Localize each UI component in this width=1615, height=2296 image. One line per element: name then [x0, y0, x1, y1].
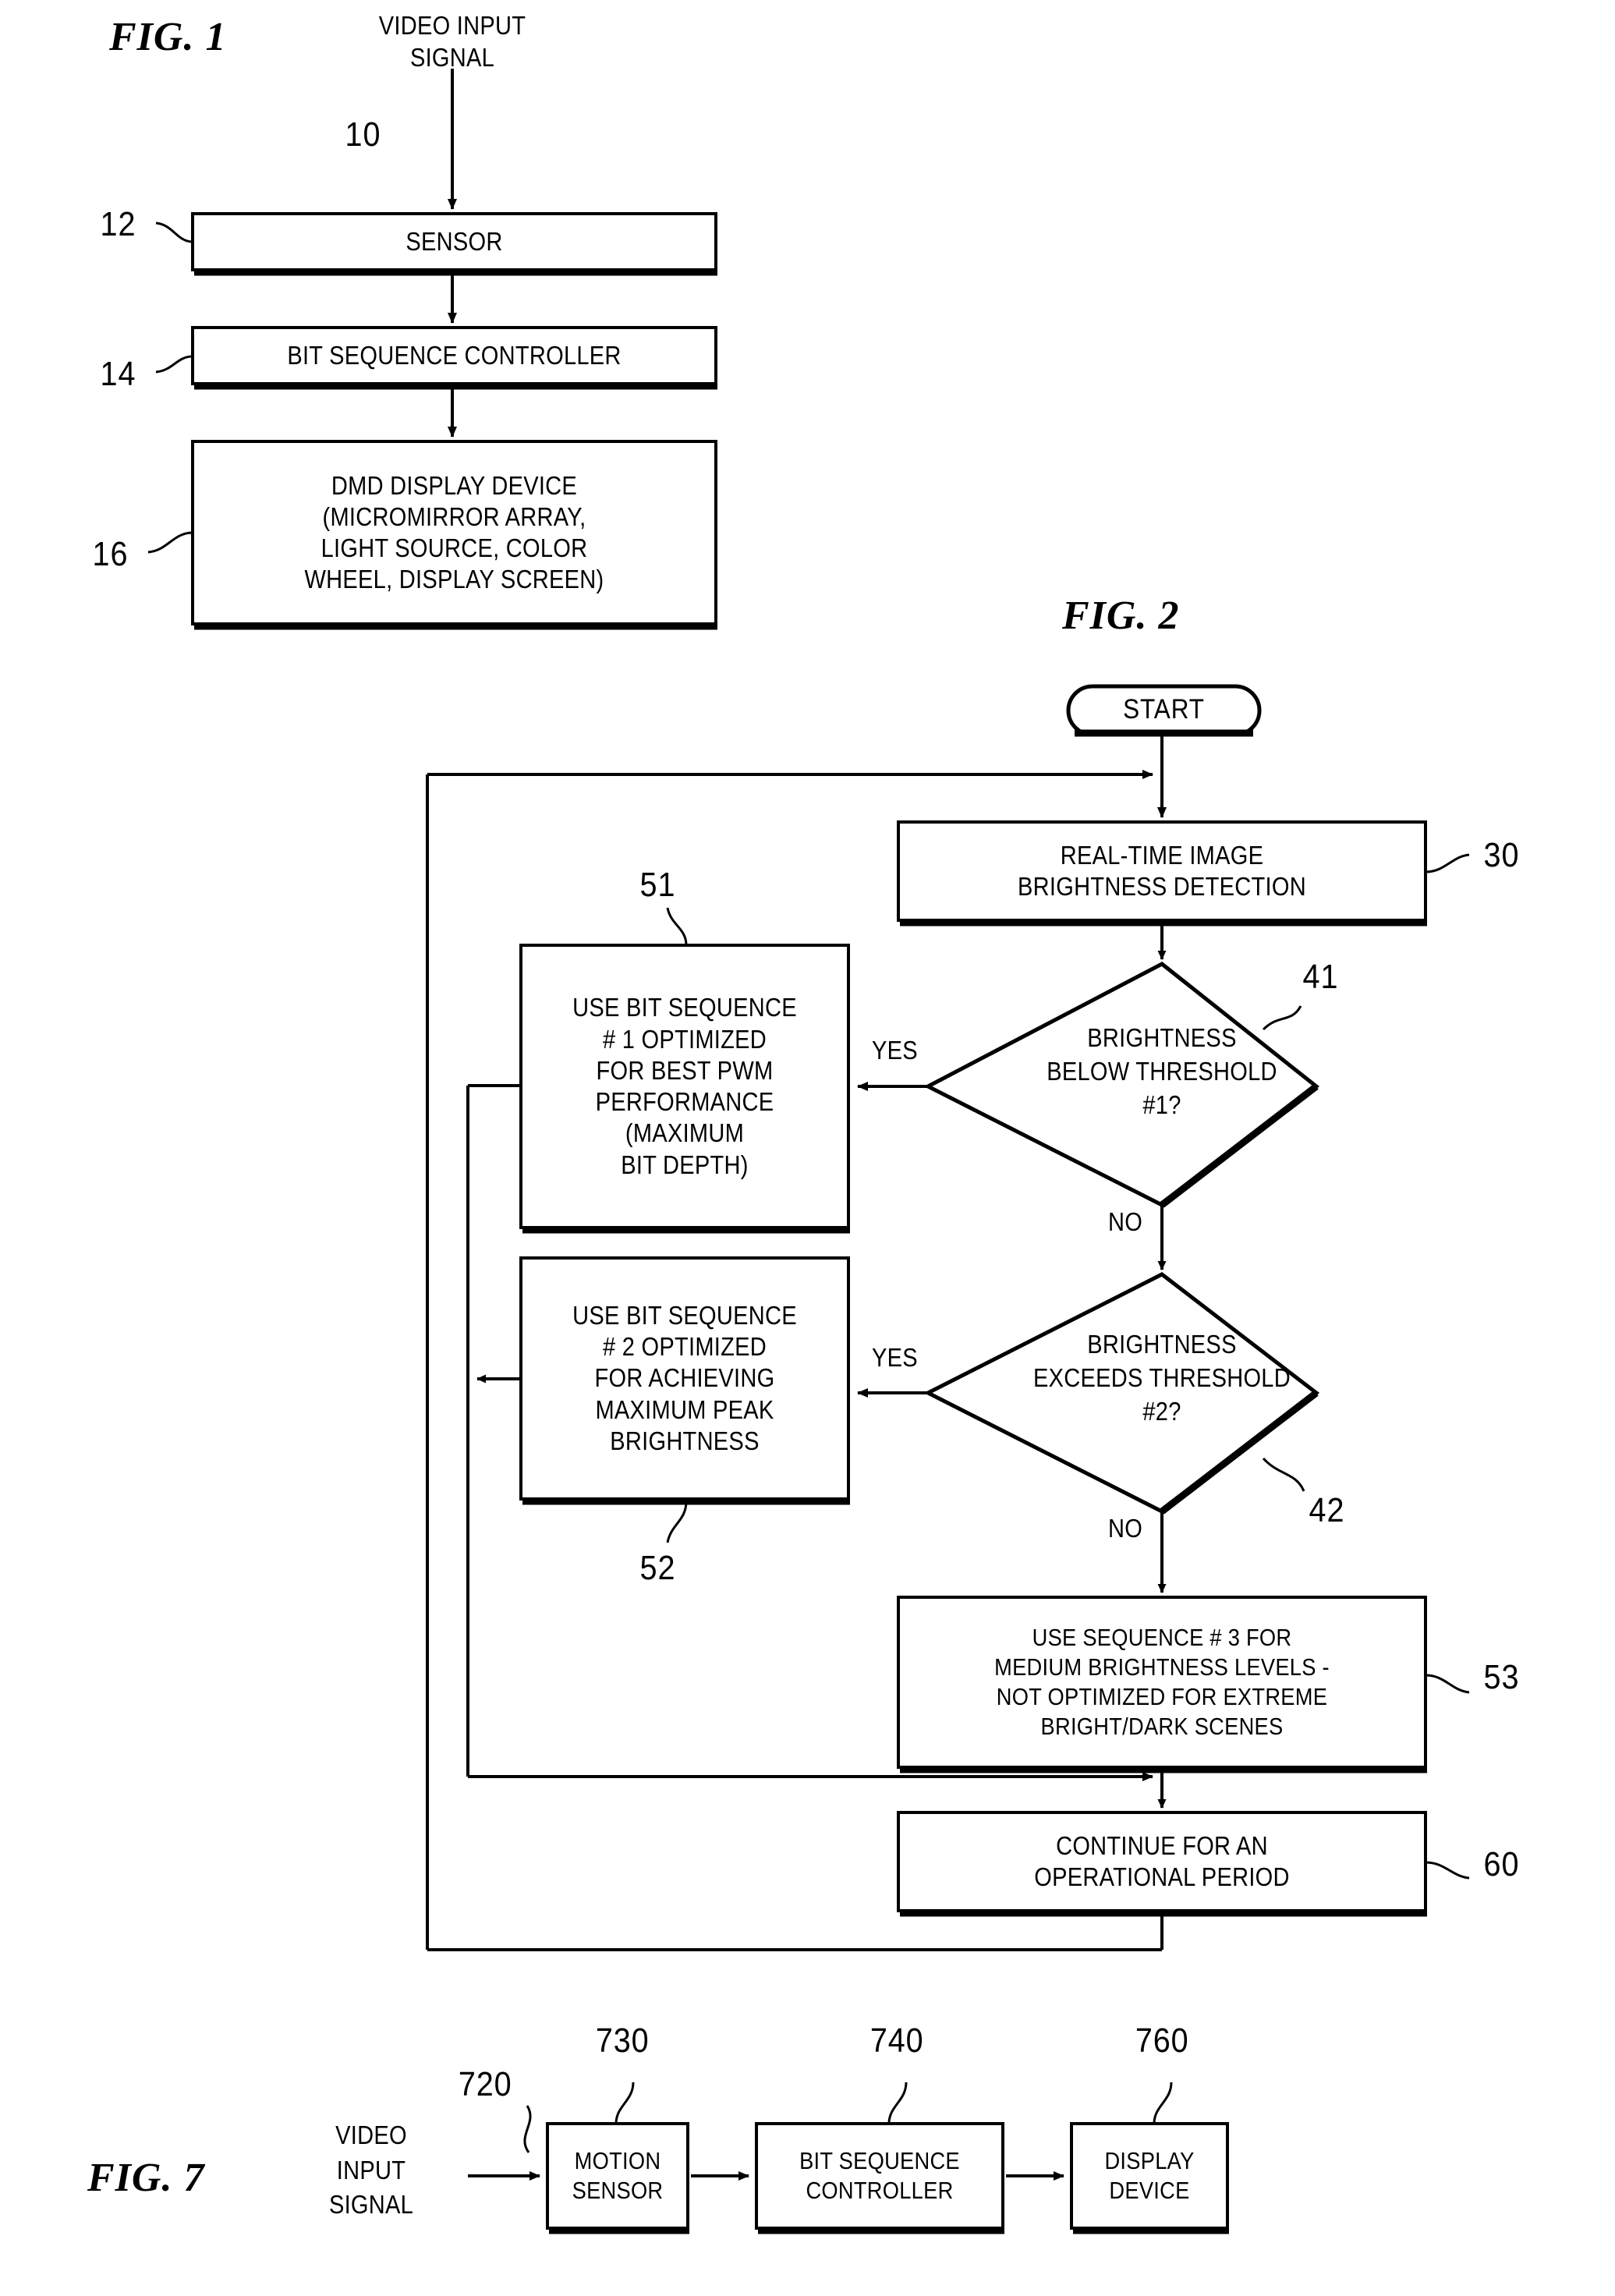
fig1-box-dmd-display-device: DMD DISPLAY DEVICE (MICROMIRROR ARRAY, L…	[304, 470, 604, 594]
fig7-label: FIG. 7	[87, 2156, 205, 2200]
fig2-ref-53: 53	[1483, 1658, 1520, 1696]
fig2-ref-30: 30	[1483, 836, 1520, 874]
fig2-label: FIG. 2	[1062, 593, 1180, 638]
fig7-video-input-caption: VIDEO INPUT SIGNAL	[328, 2121, 414, 2220]
fig1-video-input-caption: VIDEO INPUT SIGNAL	[378, 11, 526, 73]
fig7-ref-730: 730	[595, 2021, 650, 2060]
fig2-box-use-bit-sequence-2: USE BIT SEQUENCE # 2 OPTIMIZED FOR ACHIE…	[572, 1300, 797, 1455]
fig2-edge-label-d1-yes: YES	[872, 1036, 918, 1065]
fig1-ref-10: 10	[345, 115, 381, 154]
fig7-box-display-device: DISPLAY DEVICE	[1104, 2147, 1195, 2204]
fig7-box-motion-sensor: MOTION SENSOR	[572, 2147, 664, 2204]
fig2-start-terminator: START	[1123, 694, 1205, 725]
fig2-decision-below-threshold-1: BRIGHTNESS BELOW THRESHOLD #1?	[1047, 1023, 1277, 1119]
fig7-ref-760: 760	[1135, 2021, 1189, 2060]
fig2-ref-42: 42	[1309, 1491, 1345, 1529]
fig2-edge-label-d1-no: NO	[1108, 1207, 1143, 1236]
fig2-ref-52: 52	[639, 1549, 676, 1587]
fig1-ref-16: 16	[92, 535, 129, 573]
fig1-ref-14: 14	[100, 355, 136, 393]
fig7-ref-720: 720	[458, 2065, 512, 2103]
fig1-label: FIG. 1	[109, 15, 227, 59]
fig2-box-use-sequence-3: USE SEQUENCE # 3 FOR MEDIUM BRIGHTNESS L…	[994, 1624, 1330, 1740]
fig7-ref-740: 740	[869, 2021, 924, 2060]
fig2-ref-60: 60	[1483, 1845, 1520, 1883]
fig2-edge-label-d2-no: NO	[1108, 1514, 1143, 1543]
fig1-ref-12: 12	[100, 205, 136, 243]
fig2-ref-41: 41	[1302, 958, 1339, 996]
fig2-box-brightness-detection: REAL-TIME IMAGE BRIGHTNESS DETECTION	[1018, 840, 1306, 901]
fig7-box-bit-sequence-controller: BIT SEQUENCE CONTROLLER	[799, 2147, 960, 2204]
patent-drawing-sheet: FIG. 1 VIDEO INPUT SIGNAL 12 14 16 10 SE…	[0, 0, 1615, 2296]
fig1-box-sensor: SENSOR	[406, 226, 503, 256]
fig2-edge-label-d2-yes: YES	[872, 1343, 918, 1372]
fig2-decision-exceeds-threshold-2: BRIGHTNESS EXCEEDS THRESHOLD #2?	[1033, 1330, 1291, 1426]
fig1-box-bit-sequence-controller: BIT SEQUENCE CONTROLLER	[287, 340, 622, 370]
fig2-box-use-bit-sequence-1: USE BIT SEQUENCE # 1 OPTIMIZED FOR BEST …	[572, 993, 797, 1179]
fig2-box-continue-operational-period: CONTINUE FOR AN OPERATIONAL PERIOD	[1034, 1830, 1290, 1891]
fig2-ref-51: 51	[639, 866, 676, 904]
